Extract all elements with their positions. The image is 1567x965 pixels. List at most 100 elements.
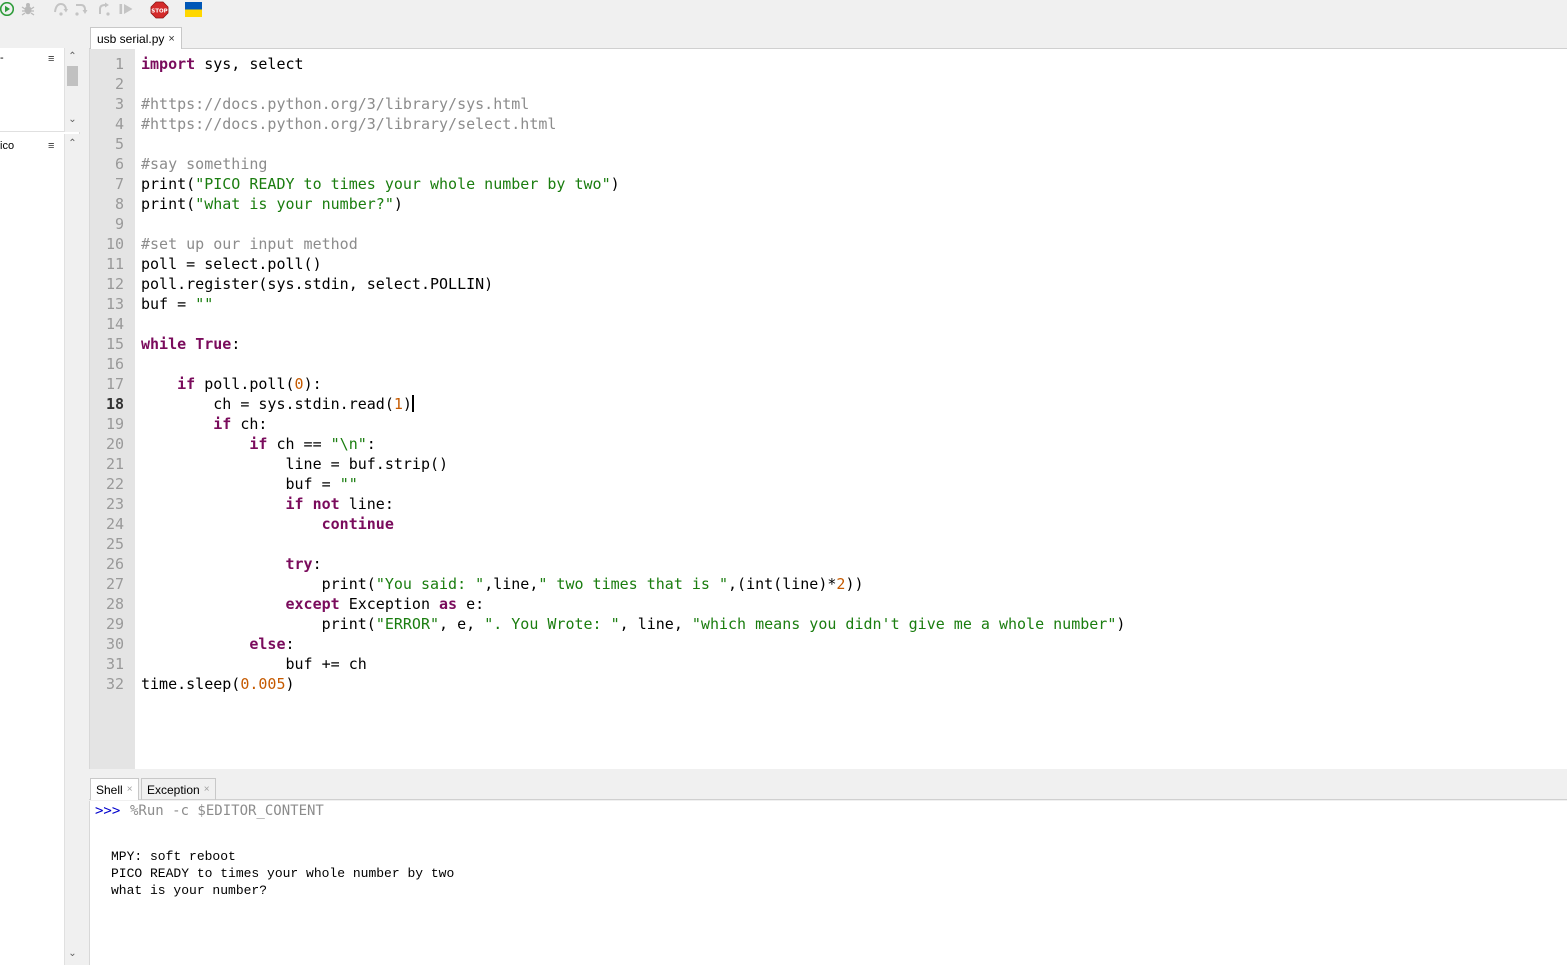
code-token: import: [141, 55, 196, 73]
debug-icon[interactable]: [20, 1, 36, 17]
code-line[interactable]: print("what is your number?"): [141, 194, 1125, 214]
resume-icon[interactable]: [118, 1, 135, 17]
code-line[interactable]: if poll.poll(0):: [141, 374, 1125, 394]
code-text[interactable]: import sys, select #https://docs.python.o…: [141, 54, 1125, 694]
close-icon[interactable]: ×: [204, 780, 210, 800]
code-token: print(: [141, 615, 376, 633]
code-token: "\n": [330, 435, 367, 453]
close-icon[interactable]: ×: [168, 29, 174, 49]
line-number: 32: [105, 675, 124, 693]
shell-console[interactable]: >>> %Run -c $EDITOR_CONTENT MPY: soft re…: [89, 801, 1567, 965]
code-token: "which means you didn't give me a whole …: [691, 615, 1117, 633]
stop-label: STOP: [151, 8, 167, 14]
code-line[interactable]: line = buf.strip(): [141, 454, 1125, 474]
line-number: 24: [105, 515, 124, 533]
code-token: "": [195, 295, 214, 313]
code-line[interactable]: [141, 534, 1125, 554]
scroll-up-icon[interactable]: ⌃: [65, 136, 80, 152]
code-token: print(: [141, 195, 196, 213]
scroll-thumb[interactable]: [67, 66, 78, 86]
device-menu-icon[interactable]: ≡: [48, 140, 54, 152]
code-line[interactable]: print("You said: ",line," two times that…: [141, 574, 1125, 594]
code-line[interactable]: while True:: [141, 334, 1125, 354]
code-line[interactable]: [141, 354, 1125, 374]
code-line[interactable]: print("ERROR", e, ". You Wrote: ", line,…: [141, 614, 1126, 634]
device-scrollbar[interactable]: ⌃ ⌄: [64, 134, 80, 965]
code-token: not: [312, 495, 340, 513]
code-line[interactable]: [141, 214, 1125, 234]
editor-tab-bar: usb serial.py ×: [89, 26, 1567, 49]
code-line[interactable]: if ch == "\n":: [141, 434, 1125, 454]
code-editor[interactable]: 1 2 3 4 5 6 7 8 9 10 11 12 13 14 15 16 17 18 19 20 21 22 23 24 2…: [89, 49, 1567, 769]
code-token: except: [285, 595, 340, 613]
code-line[interactable]: import sys, select: [141, 54, 1125, 74]
scroll-up-icon[interactable]: ⌃: [65, 49, 80, 65]
code-token: ):: [303, 375, 322, 393]
line-number: 9: [114, 215, 124, 233]
code-line[interactable]: print("PICO READY to times your whole nu…: [141, 174, 1125, 194]
tab-exception[interactable]: Exception ×: [141, 778, 216, 800]
tab-shell[interactable]: Shell ×: [90, 778, 139, 800]
scroll-down-icon[interactable]: ⌄: [65, 112, 80, 128]
code-line[interactable]: #https://docs.python.org/3/library/selec…: [141, 114, 1125, 134]
run-icon[interactable]: [0, 1, 14, 17]
code-line[interactable]: except Exception as e:: [141, 594, 1125, 614]
code-line[interactable]: continue: [141, 514, 1125, 534]
code-line[interactable]: if ch:: [141, 414, 1125, 434]
code-line[interactable]: [141, 74, 1125, 94]
code-token: line:: [339, 495, 394, 513]
line-number: 14: [105, 315, 124, 333]
line-number: 16: [105, 355, 124, 373]
code-line[interactable]: #set up our input method: [141, 234, 1125, 254]
code-line[interactable]: #say something: [141, 154, 1125, 174]
code-token: poll.poll(: [195, 375, 295, 393]
close-icon[interactable]: ×: [127, 780, 133, 800]
code-line[interactable]: if not line:: [141, 494, 1125, 514]
panel-menu-icon[interactable]: ≡: [48, 53, 54, 65]
line-number: 17: [105, 375, 124, 393]
step-into-icon[interactable]: [74, 1, 90, 17]
code-line[interactable]: poll = select.poll(): [141, 254, 1125, 274]
tab-label: Exception: [147, 782, 200, 797]
line-number: 25: [105, 535, 124, 553]
step-out-icon[interactable]: [96, 1, 112, 17]
code-token: True: [195, 335, 232, 353]
code-token: ): [1116, 615, 1126, 633]
ukraine-flag-icon[interactable]: [185, 1, 202, 17]
code-token: "You said: ": [375, 575, 485, 593]
code-line[interactable]: buf = "": [141, 294, 1125, 314]
code-token: buf += ch: [141, 655, 367, 673]
panel-label: -: [0, 52, 4, 64]
line-number: 30: [105, 635, 124, 653]
step-over-icon[interactable]: [53, 1, 69, 17]
scroll-down-icon[interactable]: ⌄: [65, 946, 80, 962]
text-cursor: [411, 395, 414, 412]
code-line[interactable]: poll.register(sys.stdin, select.POLLIN): [141, 274, 1125, 294]
line-number: 10: [105, 235, 124, 253]
code-line[interactable]: [141, 314, 1125, 334]
code-line[interactable]: time.sleep(0.005): [141, 674, 1125, 694]
code-line[interactable]: ch = sys.stdin.read(1): [141, 394, 1125, 414]
tab-usb-serial-py[interactable]: usb serial.py ×: [90, 27, 182, 49]
code-line[interactable]: #https://docs.python.org/3/library/sys.h…: [141, 94, 1125, 114]
line-number: 18: [105, 395, 124, 413]
device-label: ico: [0, 140, 15, 152]
code-line[interactable]: buf = "": [141, 474, 1125, 494]
code-line[interactable]: else:: [141, 634, 1125, 654]
code-token: ,line,: [484, 575, 539, 593]
code-token: as: [439, 595, 458, 613]
code-token: 0: [294, 375, 304, 393]
code-token: e:: [457, 595, 485, 613]
stop-icon[interactable]: STOP: [150, 1, 169, 19]
code-token: time.sleep(: [141, 675, 241, 693]
code-line[interactable]: [141, 134, 1125, 154]
line-number: 7: [114, 175, 124, 193]
code-line[interactable]: try:: [141, 554, 1125, 574]
code-line[interactable]: buf += ch: [141, 654, 1125, 674]
vertical-scrollbar[interactable]: ⌃ ⌄: [64, 48, 80, 132]
code-token: sys, select: [195, 55, 304, 73]
